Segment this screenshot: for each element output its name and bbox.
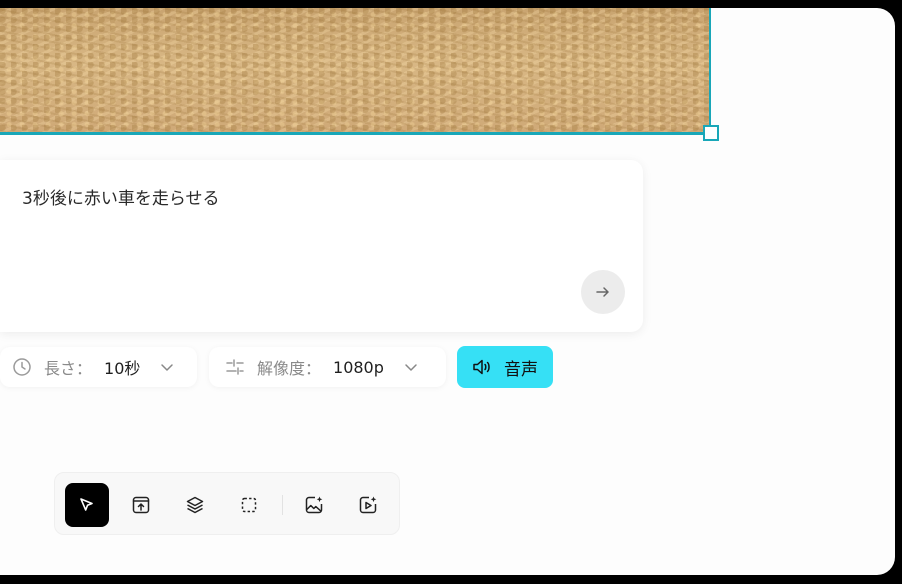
select-pointer-icon (80, 498, 93, 511)
bottom-toolbar (54, 472, 400, 535)
duration-value: 10秒 (104, 359, 141, 378)
select-tool-button[interactable] (65, 483, 109, 527)
resolution-value: 1080p (333, 357, 384, 377)
upload-icon (132, 496, 150, 514)
layers-tool-button[interactable] (173, 483, 217, 527)
resolution-label: 解像度： (257, 359, 322, 378)
chevron-down-icon (404, 360, 418, 374)
audio-toggle-button[interactable]: 音声 (457, 346, 553, 388)
toolbar-divider (282, 495, 283, 515)
prompt-input[interactable]: 3秒後に赤い車を走らせる (22, 184, 219, 209)
audio-label: 音声 (504, 359, 538, 380)
marquee-tool-button[interactable] (227, 483, 271, 527)
app-window: 3秒後に赤い車を走らせる 長さ： 10秒 解像度： 1080p 音声 (0, 8, 895, 575)
arrow-right-icon (596, 287, 609, 297)
generate-image-icon (305, 496, 323, 514)
adjust-sliders-icon (226, 359, 244, 375)
upload-tool-button[interactable] (119, 483, 163, 527)
resolution-select[interactable]: 解像度： 1080p (209, 347, 446, 387)
chevron-down-icon (160, 360, 174, 374)
speaker-icon (473, 359, 490, 375)
duration-label: 長さ： (44, 359, 93, 378)
send-button[interactable] (581, 270, 625, 314)
layers-icon (186, 496, 204, 514)
generate-video-button[interactable] (346, 483, 390, 527)
prompt-card[interactable]: 3秒後に赤い車を走らせる (0, 160, 643, 332)
duration-select[interactable]: 長さ： 10秒 (0, 347, 197, 387)
marquee-select-icon (241, 497, 257, 513)
resize-handle[interactable] (703, 125, 719, 141)
generate-image-button[interactable] (292, 483, 336, 527)
clock-icon (13, 358, 31, 376)
canvas-image[interactable] (0, 8, 711, 135)
generate-video-icon (359, 496, 377, 514)
